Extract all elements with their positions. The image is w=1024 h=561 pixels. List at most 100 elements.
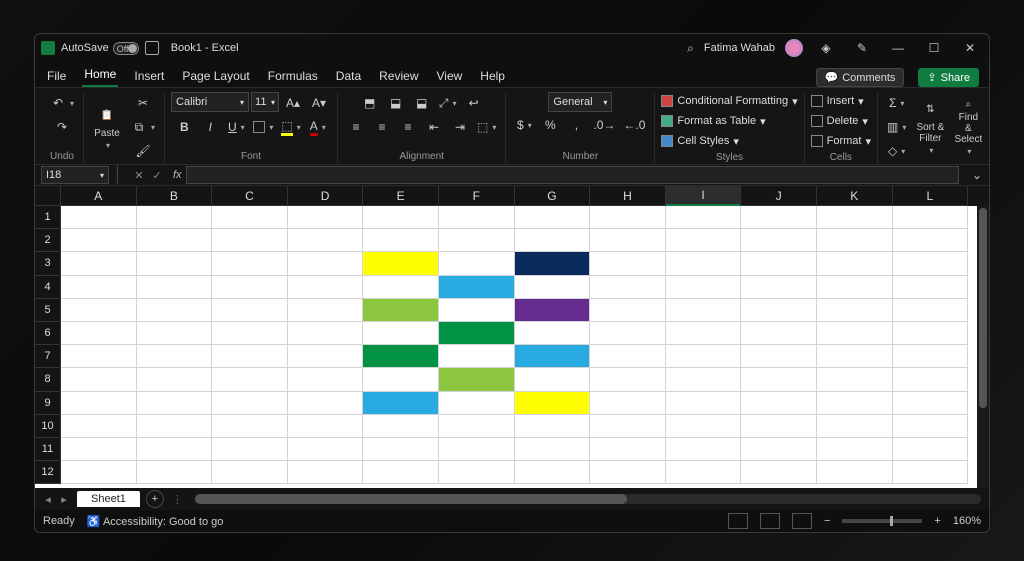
align-left-button[interactable]: ≡: [344, 116, 368, 138]
cell-G6[interactable]: [515, 322, 591, 345]
row-header-6[interactable]: 6: [35, 322, 61, 345]
accounting-format-button[interactable]: $: [512, 114, 536, 136]
cell-A7[interactable]: [61, 345, 137, 368]
cell-C2[interactable]: [212, 229, 288, 252]
cell-F12[interactable]: [439, 461, 515, 484]
cell-L5[interactable]: [893, 299, 969, 322]
cell-H12[interactable]: [590, 461, 666, 484]
view-page-break-button[interactable]: [792, 513, 812, 529]
cell-E2[interactable]: [363, 229, 439, 252]
cell-D1[interactable]: [288, 206, 364, 229]
row-header-2[interactable]: 2: [35, 229, 61, 252]
cell-K1[interactable]: [817, 206, 893, 229]
user-avatar[interactable]: [785, 39, 803, 57]
cell-K12[interactable]: [817, 461, 893, 484]
cell-H7[interactable]: [590, 345, 666, 368]
cell-A3[interactable]: [61, 252, 137, 275]
cell-B2[interactable]: [137, 229, 213, 252]
cell-D9[interactable]: [288, 392, 364, 415]
format-as-table-button[interactable]: Format as Table ▾: [661, 112, 765, 130]
find-select-button[interactable]: ⌕Find & Select: [951, 99, 985, 155]
clear-button[interactable]: ◇: [884, 140, 909, 162]
cell-K8[interactable]: [817, 368, 893, 391]
insert-cells-button[interactable]: Insert ▾: [811, 92, 864, 110]
cell-J7[interactable]: [741, 345, 817, 368]
cell-C11[interactable]: [212, 438, 288, 461]
cell-A5[interactable]: [61, 299, 137, 322]
italic-button[interactable]: I: [198, 116, 222, 138]
tab-view[interactable]: View: [435, 65, 465, 87]
column-header-D[interactable]: D: [288, 186, 364, 206]
cell-E4[interactable]: [363, 276, 439, 299]
status-accessibility[interactable]: ♿ Accessibility: Good to go: [87, 515, 224, 528]
format-painter-button[interactable]: 🖌: [128, 140, 158, 162]
underline-button[interactable]: U: [224, 116, 248, 138]
column-header-H[interactable]: H: [590, 186, 666, 206]
cell-D12[interactable]: [288, 461, 364, 484]
cell-K9[interactable]: [817, 392, 893, 415]
cell-G10[interactable]: [515, 415, 591, 438]
format-cells-button[interactable]: Format ▾: [811, 132, 871, 150]
zoom-slider[interactable]: [842, 519, 922, 523]
cell-G7[interactable]: [515, 345, 591, 368]
decrease-decimal-button[interactable]: ←.0: [620, 114, 648, 136]
cell-D8[interactable]: [288, 368, 364, 391]
cell-F8[interactable]: [439, 368, 515, 391]
cell-I11[interactable]: [666, 438, 742, 461]
formula-input[interactable]: [186, 166, 959, 184]
zoom-level[interactable]: 160%: [953, 515, 981, 527]
cell-B12[interactable]: [137, 461, 213, 484]
pen-icon[interactable]: ✎: [849, 38, 875, 58]
cell-I10[interactable]: [666, 415, 742, 438]
cell-L11[interactable]: [893, 438, 969, 461]
align-right-button[interactable]: ≡: [396, 116, 420, 138]
cell-C7[interactable]: [212, 345, 288, 368]
decrease-indent-button[interactable]: ⇤: [422, 116, 446, 138]
toggle-switch[interactable]: Off: [113, 42, 139, 55]
cell-J8[interactable]: [741, 368, 817, 391]
cell-F11[interactable]: [439, 438, 515, 461]
cell-L9[interactable]: [893, 392, 969, 415]
vertical-scroll-thumb[interactable]: [979, 208, 987, 408]
tab-file[interactable]: File: [45, 65, 68, 87]
cell-C10[interactable]: [212, 415, 288, 438]
enter-formula-button[interactable]: ✓: [149, 167, 165, 183]
cell-B11[interactable]: [137, 438, 213, 461]
cell-D11[interactable]: [288, 438, 364, 461]
maximize-button[interactable]: ☐: [921, 38, 947, 58]
cell-F2[interactable]: [439, 229, 515, 252]
cell-J6[interactable]: [741, 322, 817, 345]
column-header-F[interactable]: F: [439, 186, 515, 206]
cell-J5[interactable]: [741, 299, 817, 322]
undo-button[interactable]: ↶: [47, 92, 77, 114]
cell-E12[interactable]: [363, 461, 439, 484]
tab-help[interactable]: Help: [478, 65, 507, 87]
row-header-7[interactable]: 7: [35, 345, 61, 368]
cell-L2[interactable]: [893, 229, 969, 252]
sheet-tab-active[interactable]: Sheet1: [77, 491, 140, 507]
search-icon[interactable]: ⌕: [687, 41, 694, 56]
cell-I9[interactable]: [666, 392, 742, 415]
column-header-A[interactable]: A: [61, 186, 137, 206]
cell-E6[interactable]: [363, 322, 439, 345]
cell-H8[interactable]: [590, 368, 666, 391]
cell-K6[interactable]: [817, 322, 893, 345]
font-name-select[interactable]: Calibri▾: [171, 92, 249, 112]
cell-H3[interactable]: [590, 252, 666, 275]
cell-L4[interactable]: [893, 276, 969, 299]
view-page-layout-button[interactable]: [760, 513, 780, 529]
cell-G2[interactable]: [515, 229, 591, 252]
cell-K4[interactable]: [817, 276, 893, 299]
increase-indent-button[interactable]: ⇥: [448, 116, 472, 138]
comments-button[interactable]: 💬 Comments: [816, 68, 905, 87]
zoom-out-button[interactable]: −: [824, 515, 830, 527]
cell-B1[interactable]: [137, 206, 213, 229]
percent-button[interactable]: %: [538, 114, 562, 136]
orientation-button[interactable]: ⤢: [436, 92, 460, 114]
minimize-button[interactable]: —: [885, 38, 911, 58]
cell-B10[interactable]: [137, 415, 213, 438]
vertical-scrollbar[interactable]: [977, 206, 989, 488]
cell-L6[interactable]: [893, 322, 969, 345]
wrap-text-button[interactable]: ↩: [462, 92, 486, 114]
cell-H4[interactable]: [590, 276, 666, 299]
